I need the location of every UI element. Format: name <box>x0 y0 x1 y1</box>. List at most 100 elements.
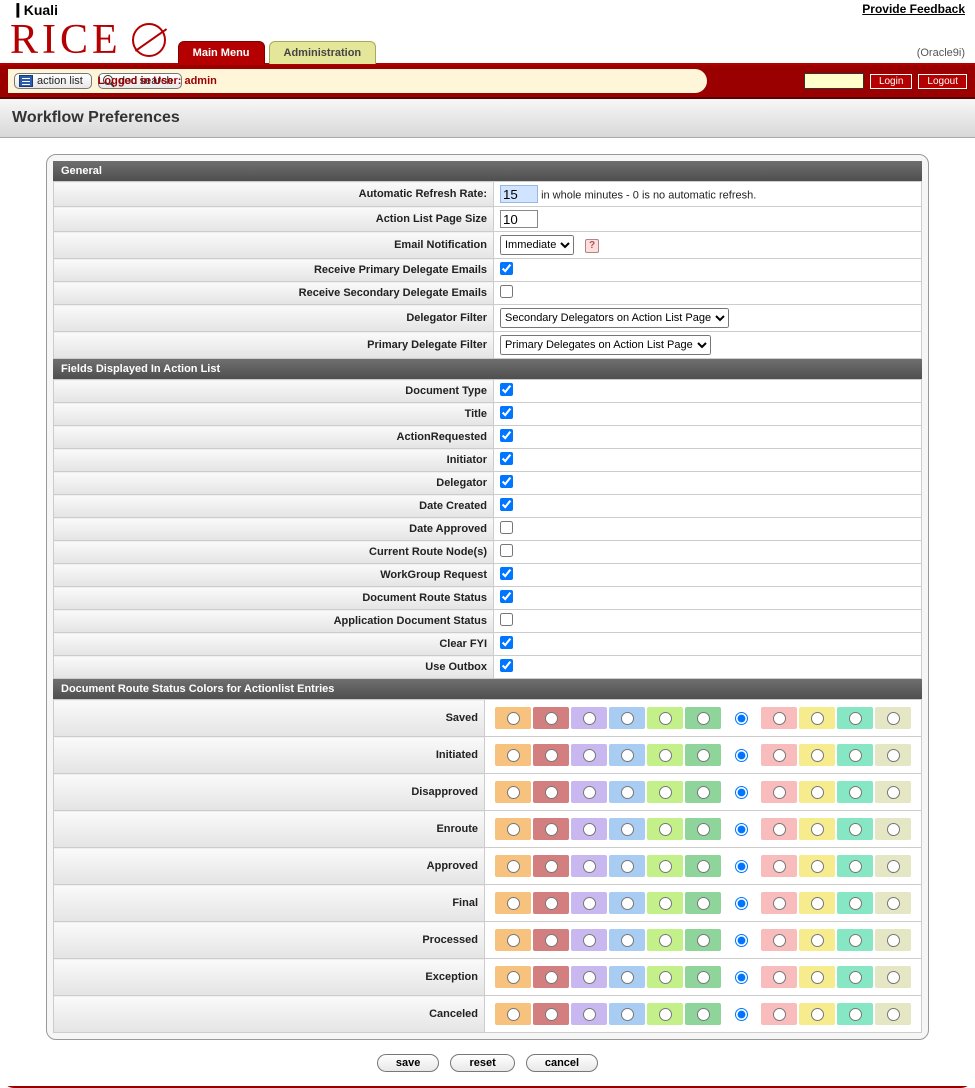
checkbox-field-11[interactable] <box>500 636 513 649</box>
radio-color-7-0[interactable] <box>507 971 520 984</box>
radio-color-3-2[interactable] <box>583 823 596 836</box>
radio-color-4-10[interactable] <box>887 860 900 873</box>
radio-color-8-0[interactable] <box>507 1008 520 1021</box>
checkbox-field-1[interactable] <box>500 406 513 419</box>
swatch-white[interactable] <box>723 1003 759 1025</box>
radio-color-2-3[interactable] <box>621 786 634 799</box>
radio-color-6-10[interactable] <box>887 934 900 947</box>
radio-color-8-7[interactable] <box>773 1008 786 1021</box>
radio-color-5-0[interactable] <box>507 897 520 910</box>
radio-color-4-1[interactable] <box>545 860 558 873</box>
swatch-blue[interactable] <box>609 1003 645 1025</box>
swatch-tan[interactable] <box>875 1003 911 1025</box>
swatch-green[interactable] <box>685 781 721 803</box>
swatch-red[interactable] <box>533 744 569 766</box>
swatch-pink[interactable] <box>761 855 797 877</box>
radio-color-1-5[interactable] <box>697 749 710 762</box>
swatch-orange[interactable] <box>495 892 531 914</box>
radio-color-2-9[interactable] <box>849 786 862 799</box>
swatch-blue[interactable] <box>609 929 645 951</box>
reset-button[interactable]: reset <box>450 1054 514 1072</box>
checkbox-secondary-delegate-emails[interactable] <box>500 285 513 298</box>
swatch-white[interactable] <box>723 966 759 988</box>
radio-color-2-4[interactable] <box>659 786 672 799</box>
radio-color-0-0[interactable] <box>507 712 520 725</box>
radio-color-2-7[interactable] <box>773 786 786 799</box>
radio-color-3-8[interactable] <box>811 823 824 836</box>
radio-color-5-7[interactable] <box>773 897 786 910</box>
swatch-orange[interactable] <box>495 966 531 988</box>
swatch-white[interactable] <box>723 892 759 914</box>
checkbox-field-7[interactable] <box>500 544 513 557</box>
radio-color-7-3[interactable] <box>621 971 634 984</box>
radio-color-3-9[interactable] <box>849 823 862 836</box>
checkbox-field-6[interactable] <box>500 521 513 534</box>
radio-color-5-2[interactable] <box>583 897 596 910</box>
tab-administration[interactable]: Administration <box>269 41 377 64</box>
radio-color-5-3[interactable] <box>621 897 634 910</box>
swatch-pink[interactable] <box>761 892 797 914</box>
swatch-purple[interactable] <box>571 855 607 877</box>
swatch-teal[interactable] <box>837 781 873 803</box>
swatch-teal[interactable] <box>837 1003 873 1025</box>
radio-color-5-1[interactable] <box>545 897 558 910</box>
radio-color-3-4[interactable] <box>659 823 672 836</box>
input-page-size[interactable] <box>500 210 538 228</box>
radio-color-6-9[interactable] <box>849 934 862 947</box>
swatch-green[interactable] <box>685 892 721 914</box>
swatch-purple[interactable] <box>571 707 607 729</box>
swatch-pink[interactable] <box>761 1003 797 1025</box>
swatch-yellow[interactable] <box>799 966 835 988</box>
swatch-red[interactable] <box>533 707 569 729</box>
radio-color-6-7[interactable] <box>773 934 786 947</box>
radio-color-2-1[interactable] <box>545 786 558 799</box>
help-icon[interactable]: ? <box>585 239 599 253</box>
swatch-pink[interactable] <box>761 929 797 951</box>
radio-color-7-4[interactable] <box>659 971 672 984</box>
swatch-pink[interactable] <box>761 707 797 729</box>
radio-color-8-3[interactable] <box>621 1008 634 1021</box>
swatch-red[interactable] <box>533 1003 569 1025</box>
swatch-lime[interactable] <box>647 707 683 729</box>
swatch-tan[interactable] <box>875 818 911 840</box>
radio-color-4-8[interactable] <box>811 860 824 873</box>
swatch-white[interactable] <box>723 929 759 951</box>
logout-button[interactable]: Logout <box>918 74 967 89</box>
swatch-blue[interactable] <box>609 781 645 803</box>
radio-color-1-6[interactable] <box>735 749 748 762</box>
checkbox-field-9[interactable] <box>500 590 513 603</box>
radio-color-1-3[interactable] <box>621 749 634 762</box>
radio-color-0-9[interactable] <box>849 712 862 725</box>
swatch-lime[interactable] <box>647 892 683 914</box>
swatch-tan[interactable] <box>875 707 911 729</box>
swatch-blue[interactable] <box>609 818 645 840</box>
swatch-teal[interactable] <box>837 855 873 877</box>
swatch-green[interactable] <box>685 855 721 877</box>
radio-color-4-3[interactable] <box>621 860 634 873</box>
swatch-teal[interactable] <box>837 707 873 729</box>
radio-color-7-1[interactable] <box>545 971 558 984</box>
radio-color-2-2[interactable] <box>583 786 596 799</box>
radio-color-2-5[interactable] <box>697 786 710 799</box>
radio-color-8-6[interactable] <box>735 1008 748 1021</box>
radio-color-6-2[interactable] <box>583 934 596 947</box>
swatch-orange[interactable] <box>495 781 531 803</box>
radio-color-6-4[interactable] <box>659 934 672 947</box>
swatch-pink[interactable] <box>761 966 797 988</box>
swatch-orange[interactable] <box>495 818 531 840</box>
select-email-notification[interactable]: Immediate <box>500 235 574 255</box>
radio-color-1-2[interactable] <box>583 749 596 762</box>
radio-color-4-4[interactable] <box>659 860 672 873</box>
radio-color-0-3[interactable] <box>621 712 634 725</box>
swatch-lime[interactable] <box>647 818 683 840</box>
radio-color-7-8[interactable] <box>811 971 824 984</box>
radio-color-6-3[interactable] <box>621 934 634 947</box>
radio-color-2-0[interactable] <box>507 786 520 799</box>
swatch-red[interactable] <box>533 855 569 877</box>
radio-color-6-1[interactable] <box>545 934 558 947</box>
login-button[interactable]: Login <box>870 74 912 89</box>
swatch-green[interactable] <box>685 929 721 951</box>
cancel-button[interactable]: cancel <box>526 1054 598 1072</box>
swatch-tan[interactable] <box>875 781 911 803</box>
swatch-red[interactable] <box>533 818 569 840</box>
